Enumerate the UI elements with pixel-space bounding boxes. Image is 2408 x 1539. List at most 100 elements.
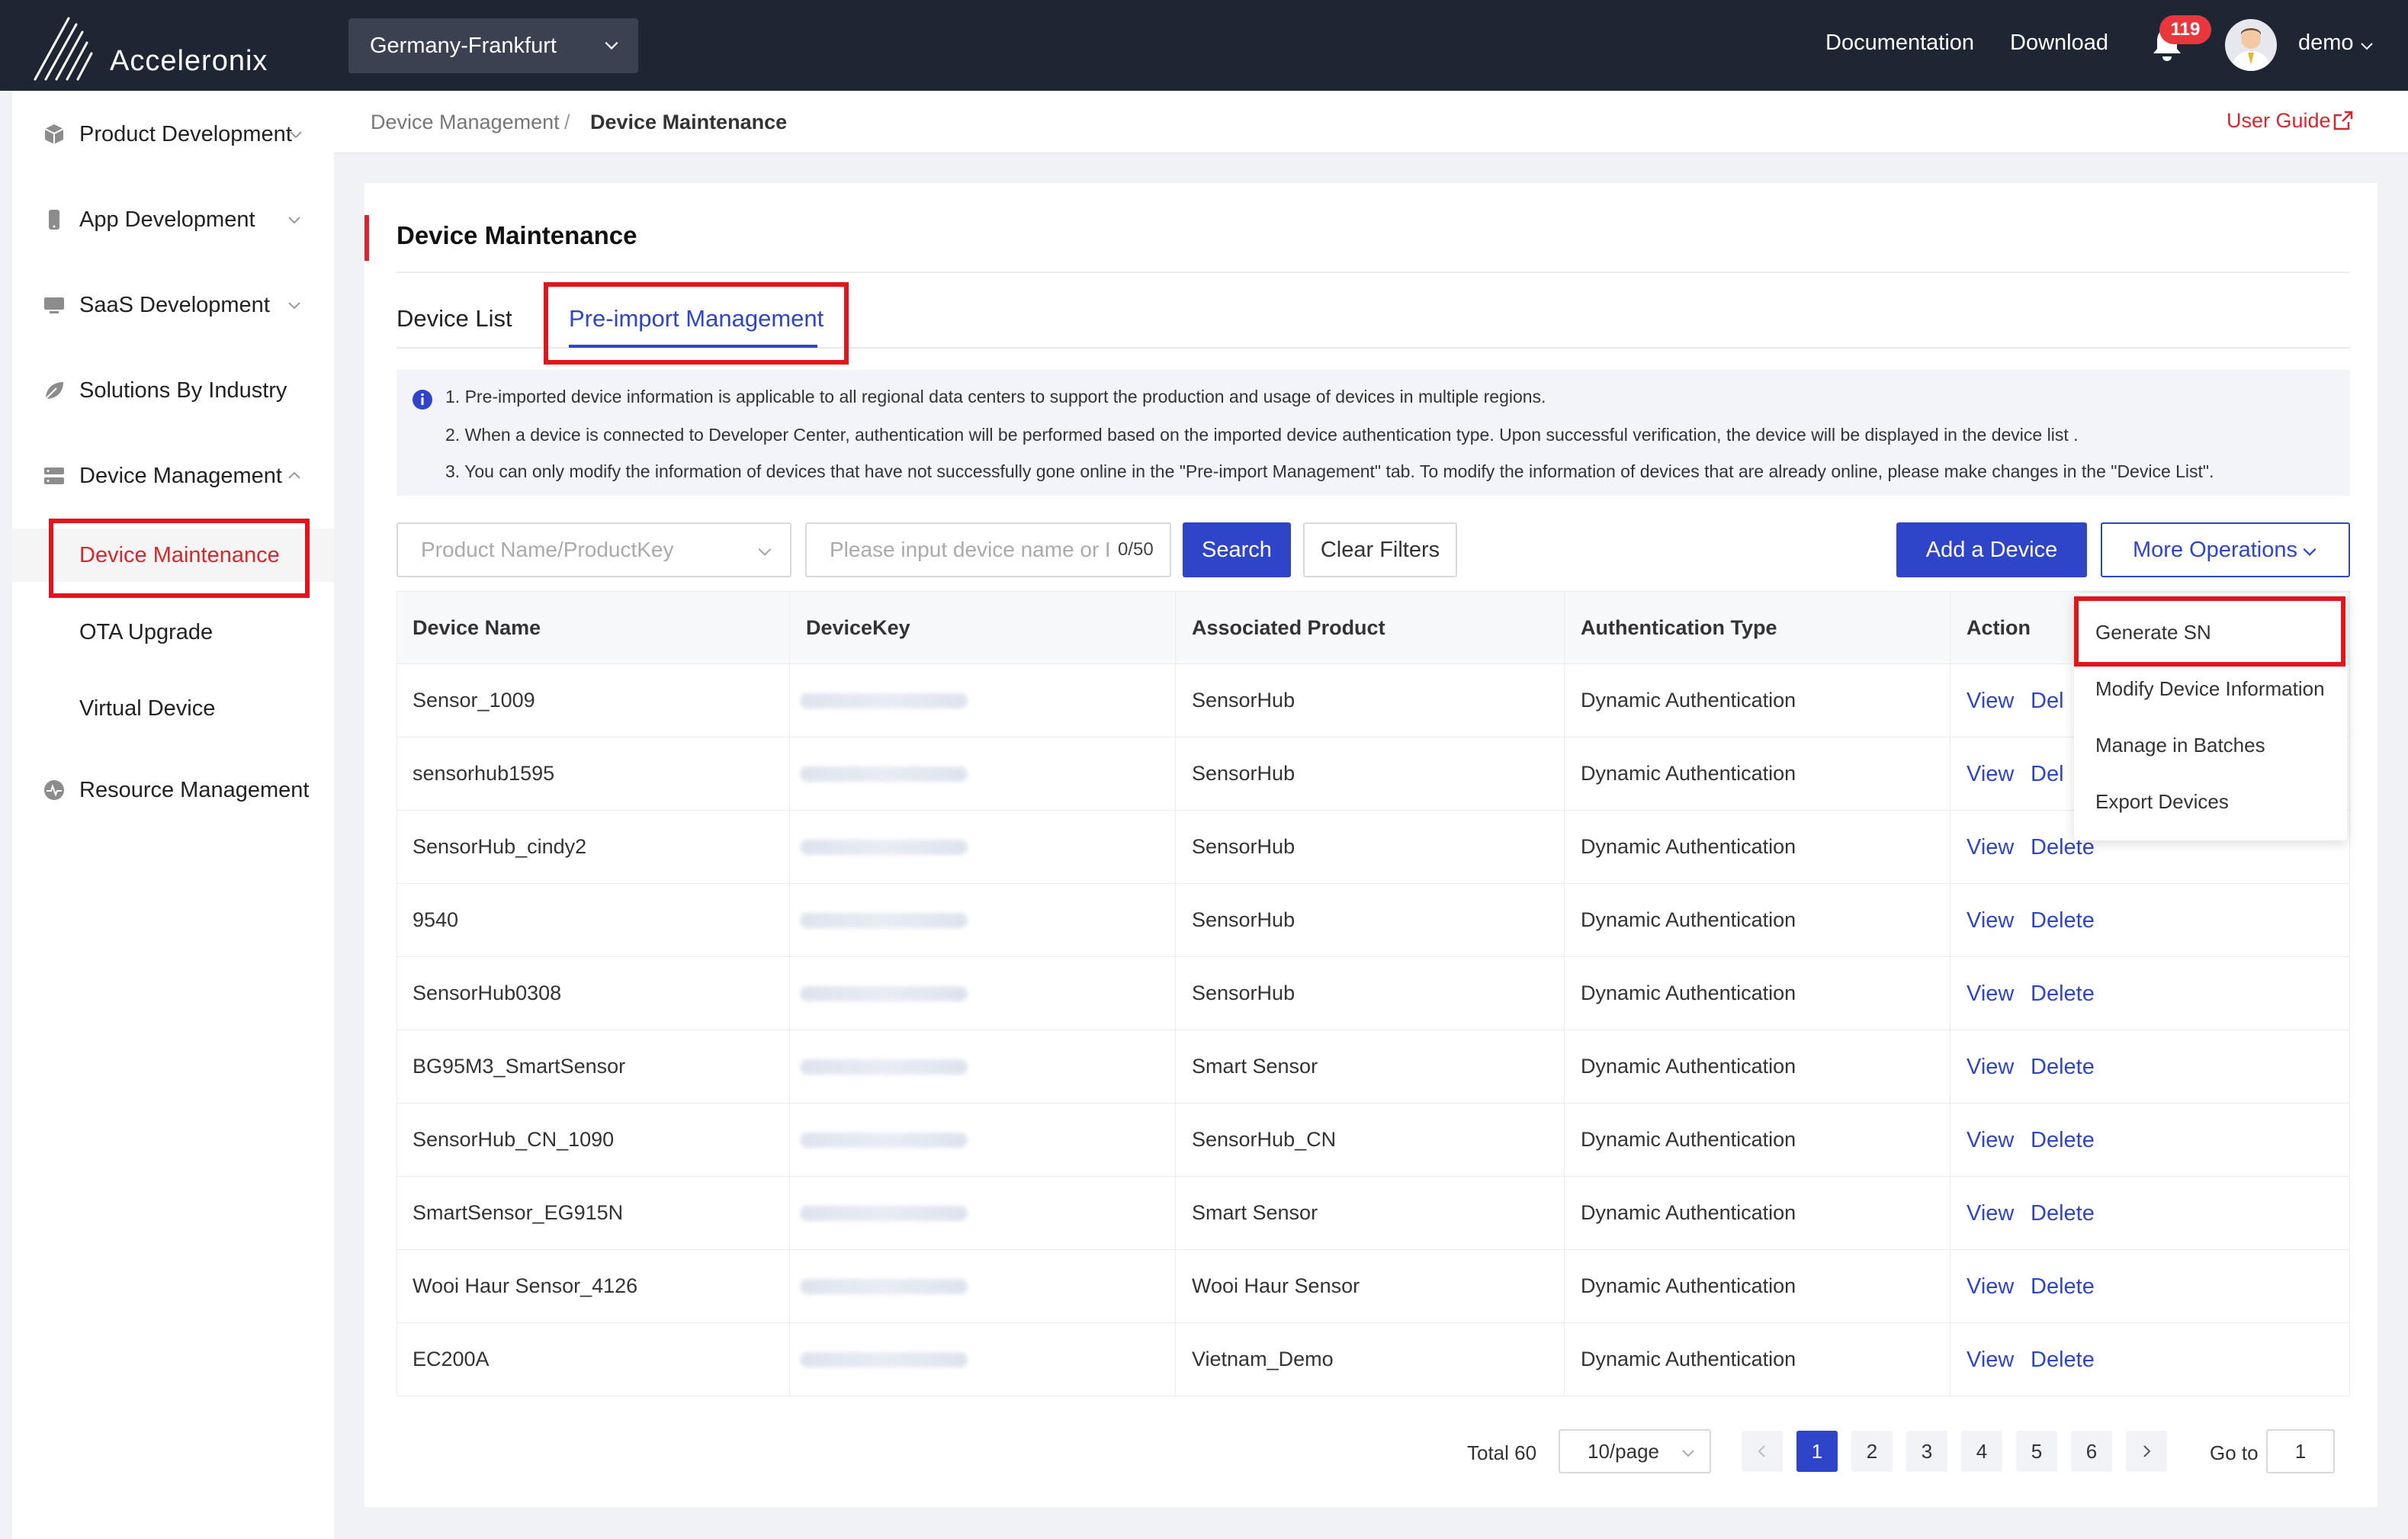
- page-button[interactable]: 4: [1961, 1431, 2002, 1472]
- chevron-down-icon: [605, 41, 618, 50]
- sidebar-item-device-management[interactable]: Device Management: [12, 449, 334, 503]
- column-header: Action: [1967, 616, 2031, 639]
- page-size-select[interactable]: 10/page: [1559, 1429, 1711, 1473]
- sidebar-item-label: Device Management: [79, 463, 282, 488]
- pulse-icon: [44, 780, 64, 800]
- avatar[interactable]: [2225, 19, 2277, 71]
- sidebar-item-resource-management[interactable]: Resource Management: [12, 763, 334, 817]
- view-link[interactable]: View: [1967, 689, 2014, 714]
- view-link[interactable]: View: [1967, 1055, 2014, 1080]
- next-page-button[interactable]: [2126, 1431, 2167, 1472]
- title-accent-bar: [364, 215, 369, 261]
- associated-product-cell: Wooi Haur Sensor: [1192, 1274, 1360, 1297]
- view-link[interactable]: View: [1967, 762, 2014, 787]
- external-link-icon[interactable]: [2332, 109, 2355, 132]
- associated-product-cell: SensorHub: [1192, 762, 1296, 785]
- delete-link[interactable]: Delete: [2031, 1128, 2095, 1153]
- view-link[interactable]: View: [1967, 1348, 2014, 1373]
- search-placeholder: Please input device name or DeviceKey: [830, 538, 1109, 561]
- prev-page-button[interactable]: [1742, 1431, 1783, 1472]
- search-button[interactable]: Search: [1183, 522, 1291, 577]
- delete-link[interactable]: Delete: [2031, 908, 2095, 933]
- page-button[interactable]: 3: [1906, 1431, 1947, 1472]
- table-row: BG95M3_SmartSensor Smart Sensor Dynamic Au…: [397, 1030, 2350, 1104]
- associated-product-cell: Vietnam_Demo: [1192, 1348, 1334, 1370]
- delete-link[interactable]: Delete: [2031, 1201, 2095, 1226]
- menu-item-export-devices[interactable]: Export Devices: [2095, 790, 2229, 814]
- auth-type-cell: Dynamic Authentication: [1581, 835, 1796, 858]
- region-select[interactable]: Germany-Frankfurt: [348, 18, 638, 73]
- device-key-redacted: [800, 1059, 968, 1075]
- main-card: Device Maintenance Device List Pre-impor…: [364, 183, 2377, 1507]
- associated-product-cell: SensorHub: [1192, 982, 1296, 1004]
- highlight-box: [2074, 596, 2345, 667]
- delete-link[interactable]: Delete: [2031, 1274, 2095, 1300]
- associated-product-cell: SensorHub: [1192, 689, 1296, 712]
- page-button[interactable]: 2: [1851, 1431, 1893, 1472]
- table-row: SensorHub_cindy2 SensorHub Dynamic Authent…: [397, 811, 2350, 884]
- download-link[interactable]: Download: [2010, 31, 2108, 56]
- associated-product-cell: SensorHub: [1192, 908, 1296, 931]
- documentation-link[interactable]: Documentation: [1825, 31, 1974, 56]
- view-link[interactable]: View: [1967, 982, 2014, 1007]
- delete-link[interactable]: Del: [2031, 762, 2064, 787]
- chevron-right-icon: [2143, 1445, 2151, 1457]
- view-link[interactable]: View: [1967, 908, 2014, 933]
- notice-line: 2. When a device is connected to Develop…: [445, 425, 2079, 445]
- user-avatar-icon: [2231, 28, 2271, 71]
- auth-type-cell: Dynamic Authentication: [1581, 1055, 1796, 1078]
- sidebar-item-saas-development[interactable]: SaaS Development: [12, 278, 334, 332]
- column-header: Device Name: [413, 616, 541, 639]
- brand-name: Acceleronix: [110, 45, 268, 77]
- view-link[interactable]: View: [1967, 1274, 2014, 1300]
- table-header: Device Name DeviceKey Associated Product…: [397, 591, 2350, 664]
- delete-link[interactable]: Del: [2031, 689, 2064, 714]
- user-guide-link[interactable]: User Guide: [2227, 109, 2331, 133]
- sidebar-item-app-development[interactable]: App Development: [12, 193, 334, 246]
- breadcrumb: Device Management / Device Maintenance U…: [334, 91, 2408, 153]
- product-select[interactable]: Product Name/ProductKey: [397, 522, 791, 577]
- device-name-cell: SmartSensor_EG915N: [413, 1201, 624, 1224]
- clear-filters-button[interactable]: Clear Filters: [1303, 522, 1457, 577]
- device-search-input[interactable]: Please input device name or DeviceKey: [805, 522, 1171, 577]
- server-icon: [44, 467, 64, 484]
- device-key-redacted: [800, 693, 968, 708]
- search-char-count: 0/50: [1118, 539, 1154, 560]
- page-button[interactable]: 1: [1796, 1431, 1838, 1472]
- view-link[interactable]: View: [1967, 1128, 2014, 1153]
- auth-type-cell: Dynamic Authentication: [1581, 1201, 1796, 1224]
- add-device-button[interactable]: Add a Device: [1896, 522, 2087, 577]
- chevron-down-icon: [2303, 548, 2316, 556]
- logo[interactable]: Acceleronix: [31, 11, 305, 82]
- chevron-down-icon: [290, 131, 302, 139]
- menu-item-manage-in-batches[interactable]: Manage in Batches: [2095, 734, 2265, 757]
- sidebar-item-label: OTA Upgrade: [79, 619, 214, 644]
- sidebar-item-product-development[interactable]: Product Development: [12, 108, 334, 161]
- breadcrumb-parent[interactable]: Device Management: [371, 111, 560, 134]
- device-key-redacted: [800, 766, 968, 782]
- user-name[interactable]: demo: [2298, 31, 2354, 56]
- delete-link[interactable]: Delete: [2031, 982, 2095, 1007]
- delete-link[interactable]: Delete: [2031, 1348, 2095, 1373]
- sidebar-item-ota-upgrade[interactable]: OTA Upgrade: [12, 606, 334, 659]
- page-button[interactable]: 6: [2071, 1431, 2112, 1472]
- sidebar-item-label: Product Development: [79, 121, 292, 146]
- sidebar-item-virtual-device[interactable]: Virtual Device: [12, 682, 334, 735]
- auth-type-cell: Dynamic Authentication: [1581, 1274, 1796, 1297]
- more-operations-button[interactable]: More Operations: [2101, 522, 2350, 577]
- auth-type-cell: Dynamic Authentication: [1581, 908, 1796, 931]
- delete-link[interactable]: Delete: [2031, 1055, 2095, 1080]
- table-row: EC200A Vietnam_Demo Dynamic Authentication…: [397, 1323, 2350, 1396]
- tab-device-list[interactable]: Device List: [397, 305, 512, 333]
- table-row: Wooi Haur Sensor_4126 Wooi Haur Sensor Dyn…: [397, 1250, 2350, 1323]
- sidebar-item-solutions-by-industry[interactable]: Solutions By Industry: [12, 364, 334, 417]
- column-header: DeviceKey: [806, 616, 910, 639]
- page-button[interactable]: 5: [2016, 1431, 2057, 1472]
- view-link[interactable]: View: [1967, 1201, 2014, 1226]
- phone-icon: [49, 210, 59, 230]
- menu-item-modify-device-information[interactable]: Modify Device Information: [2095, 677, 2325, 701]
- view-link[interactable]: View: [1967, 835, 2014, 860]
- goto-page-input[interactable]: 1: [2266, 1429, 2335, 1473]
- device-name-cell: SensorHub_CN_1090: [413, 1128, 615, 1151]
- chevron-down-icon[interactable]: [2359, 38, 2374, 53]
